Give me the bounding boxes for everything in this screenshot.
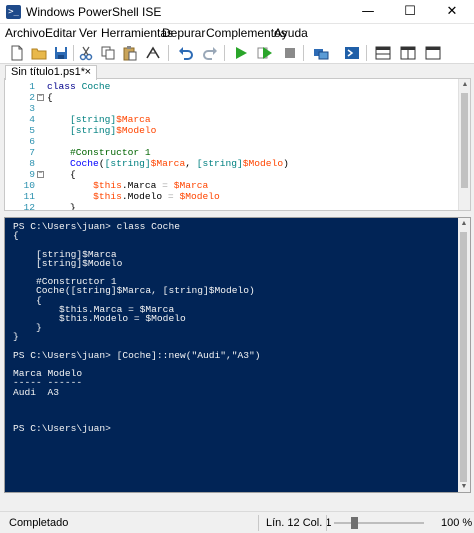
line-number: 9 bbox=[29, 169, 35, 180]
line-number: 10 bbox=[23, 180, 35, 191]
toolbar-separator bbox=[303, 45, 304, 61]
console-line: Coche([string]$Marca, [string]$Modelo) bbox=[13, 285, 255, 297]
line-number: 7 bbox=[29, 147, 35, 158]
copy-icon[interactable] bbox=[100, 45, 116, 61]
console-pane[interactable]: PS C:\Users\juan> class Coche { [string]… bbox=[4, 217, 471, 493]
toolbar-separator bbox=[168, 45, 169, 61]
line-number: 6 bbox=[29, 136, 35, 147]
zoom-level: 100 % bbox=[441, 517, 473, 529]
tab-label: Sin título1.ps1* bbox=[11, 66, 85, 78]
console-line: Audi A3 bbox=[13, 386, 60, 398]
status-separator bbox=[326, 515, 327, 531]
scroll-up-icon[interactable]: ▲ bbox=[458, 220, 470, 227]
zoom-slider-thumb[interactable] bbox=[351, 517, 358, 529]
editor-scrollbar[interactable]: ▲ bbox=[458, 79, 470, 210]
cursor-position: Lín. 12 Col. 1 bbox=[266, 517, 332, 529]
clear-console-icon[interactable] bbox=[145, 45, 161, 61]
collapse-region-icon[interactable]: − bbox=[37, 94, 44, 101]
line-number: 11 bbox=[23, 191, 35, 202]
zoom-slider-track[interactable] bbox=[334, 522, 424, 524]
console-prompt: PS C:\Users\juan> bbox=[13, 423, 111, 435]
paste-icon[interactable] bbox=[122, 45, 138, 61]
script-editor[interactable]: 1 class Coche 2−{ 3 4 [string]$Marca 5 [s… bbox=[4, 78, 471, 211]
line-number: 5 bbox=[29, 125, 35, 136]
close-tab-button[interactable]: × bbox=[85, 66, 91, 79]
powershell-console-icon[interactable] bbox=[344, 45, 360, 61]
script-pane-right-icon[interactable] bbox=[400, 45, 416, 61]
menu-ver[interactable]: Ver bbox=[79, 26, 97, 40]
run-icon[interactable] bbox=[233, 45, 249, 61]
console-line: { bbox=[13, 230, 19, 242]
title-bar: >_ Windows PowerShell ISE — ☐ ✕ bbox=[0, 0, 474, 24]
script-pane-maximized-icon[interactable] bbox=[425, 45, 441, 61]
scrollbar-thumb[interactable] bbox=[461, 93, 468, 188]
console-scrollbar[interactable]: ▲ ▼ bbox=[458, 218, 470, 492]
console-line: } bbox=[13, 331, 19, 343]
stop-icon[interactable] bbox=[282, 45, 298, 61]
line-number: 8 bbox=[29, 158, 35, 169]
close-window-button[interactable]: ✕ bbox=[431, 0, 473, 24]
new-remote-tab-icon[interactable] bbox=[313, 45, 329, 61]
scroll-down-icon[interactable]: ▼ bbox=[458, 483, 470, 490]
line-number: 12 bbox=[23, 202, 35, 211]
menu-ayuda[interactable]: Ayuda bbox=[274, 26, 308, 40]
save-icon[interactable] bbox=[53, 45, 69, 61]
console-line: PS C:\Users\juan> class Coche bbox=[13, 221, 180, 232]
line-number: 1 bbox=[29, 81, 35, 92]
menu-editar[interactable]: Editar bbox=[45, 26, 76, 40]
cut-icon[interactable] bbox=[78, 45, 94, 61]
scrollbar-thumb[interactable] bbox=[460, 232, 467, 482]
tab-script[interactable]: Sin título1.ps1* × bbox=[5, 65, 97, 80]
console-line: PS C:\Users\juan> [Coche]::new("Audi","A… bbox=[13, 349, 261, 361]
maximize-button[interactable]: ☐ bbox=[389, 0, 431, 24]
script-pane-top-icon[interactable] bbox=[375, 45, 391, 61]
toolbar bbox=[0, 42, 474, 64]
redo-icon[interactable] bbox=[202, 45, 218, 61]
menu-depurar[interactable]: Depurar bbox=[162, 26, 205, 40]
status-text: Completado bbox=[9, 517, 69, 529]
minimize-button[interactable]: — bbox=[347, 0, 389, 24]
scroll-up-icon[interactable]: ▲ bbox=[459, 81, 470, 88]
open-folder-icon[interactable] bbox=[31, 45, 47, 61]
script-tab-bar: Sin título1.ps1* × bbox=[0, 64, 474, 80]
status-bar: Completado Lín. 12 Col. 1 100 % bbox=[0, 511, 474, 533]
line-number: 4 bbox=[29, 114, 35, 125]
toolbar-separator bbox=[366, 45, 367, 61]
line-number: 3 bbox=[29, 103, 35, 114]
console-line: [string]$Modelo bbox=[13, 257, 123, 269]
collapse-region-icon[interactable]: − bbox=[37, 171, 44, 178]
new-file-icon[interactable] bbox=[9, 45, 25, 61]
toolbar-separator bbox=[73, 45, 74, 61]
run-selection-icon[interactable] bbox=[257, 45, 273, 61]
window-title: Windows PowerShell ISE bbox=[26, 5, 162, 19]
menu-bar: Archivo Editar Ver Herramientas Depurar … bbox=[0, 24, 474, 42]
powershell-ise-icon: >_ bbox=[6, 5, 21, 19]
line-number: 2 bbox=[29, 92, 35, 103]
status-separator bbox=[258, 515, 259, 531]
undo-icon[interactable] bbox=[178, 45, 194, 61]
toolbar-separator bbox=[224, 45, 225, 61]
menu-archivo[interactable]: Archivo bbox=[5, 26, 45, 40]
